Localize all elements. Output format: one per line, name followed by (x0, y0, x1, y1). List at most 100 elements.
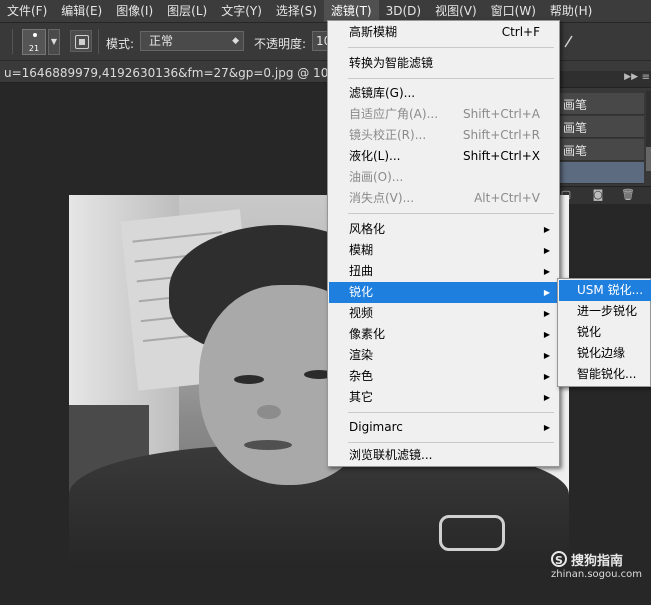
panel-menu-icon[interactable]: ≡ (642, 72, 650, 83)
submenu-item-usm-sharpen[interactable]: USM 锐化... (559, 280, 651, 301)
menu-item-gallery[interactable]: 滤镜库(G)... (329, 83, 558, 104)
menu-item-label: Digimarc (349, 420, 403, 434)
menu-select[interactable]: 选择(S) (269, 0, 324, 22)
jacket-logo (439, 515, 505, 551)
mode-label: 模式: (106, 37, 135, 51)
trash-icon[interactable]: 🗑 (621, 189, 635, 201)
menu-3d[interactable]: 3D(D) (379, 0, 428, 22)
submenu-arrow-icon: ▶ (543, 267, 550, 276)
menu-item-label: USM 锐化... (577, 283, 644, 297)
menu-item-label: 视频 (349, 306, 374, 320)
menu-item-label: 风格化 (349, 222, 386, 236)
menu-edit[interactable]: 编辑(E) (54, 0, 109, 22)
menu-item-oil-paint[interactable]: 油画(O)... (329, 167, 558, 188)
menu-item-label: 锐化 (577, 325, 602, 339)
menu-image[interactable]: 图像(I) (109, 0, 160, 22)
menu-item-last-filter[interactable]: 高斯模糊 Ctrl+F (329, 22, 558, 43)
menu-item-label: 消失点(V)... (349, 191, 415, 205)
menu-separator (348, 47, 554, 48)
menu-item-label: 高斯模糊 (349, 25, 398, 39)
submenu-item-sharpen-more[interactable]: 进一步锐化 (559, 301, 651, 322)
menu-item-label: 油画(O)... (349, 170, 404, 184)
brush-preset-picker[interactable]: 21 (22, 29, 46, 55)
menu-item-label: 浏览联机滤镜... (349, 448, 433, 462)
layer-row-selected[interactable] (557, 162, 644, 184)
menu-item-label: 像素化 (349, 327, 386, 341)
menu-separator (348, 412, 554, 413)
layer-name: 画笔 (563, 144, 588, 158)
menu-file[interactable]: 文件(F) (0, 0, 54, 22)
menu-window[interactable]: 窗口(W) (484, 0, 543, 22)
menu-item-sharpen[interactable]: 锐化 ▶ (329, 282, 558, 303)
menu-item-vanishing-point[interactable]: 消失点(V)... Alt+Ctrl+V (329, 188, 558, 209)
watermark-text: 搜狗指南 (571, 554, 624, 569)
submenu-item-smart-sharpen[interactable]: 智能锐化... (559, 364, 651, 385)
menu-item-label: 进一步锐化 (577, 304, 638, 318)
options-separator (98, 29, 99, 54)
camera-icon[interactable]: ◙ (591, 189, 605, 201)
panel-footer: ▢ ◙ 🗑 (555, 186, 651, 204)
menu-view[interactable]: 视图(V) (428, 0, 484, 22)
toggle-brush-panel-icon[interactable] (70, 30, 92, 52)
mode-value: 正常 (149, 34, 174, 48)
menu-separator (348, 442, 554, 443)
airbrush-icon[interactable] (563, 34, 573, 48)
layer-row[interactable]: 画笔 (557, 116, 644, 138)
brush-tip-icon (33, 33, 37, 37)
scroll-thumb[interactable] (646, 147, 651, 171)
shortcut-label: Ctrl+F (501, 25, 540, 39)
watermark-url: zhinan.sogou.com (551, 569, 643, 580)
menu-item-label: 锐化边缘 (577, 346, 626, 360)
menu-item-render[interactable]: 渲染 ▶ (329, 345, 558, 366)
menu-type[interactable]: 文字(Y) (214, 0, 269, 22)
menu-item-noise[interactable]: 杂色 ▶ (329, 366, 558, 387)
menu-item-convert-smart[interactable]: 转换为智能滤镜 (329, 53, 558, 74)
submenu-item-sharpen-edges[interactable]: 锐化边缘 (559, 343, 651, 364)
left-eye (234, 375, 264, 384)
menu-item-label: 转换为智能滤镜 (349, 56, 434, 70)
filter-menu: 高斯模糊 Ctrl+F 转换为智能滤镜 滤镜库(G)... 自适应广角(A)..… (327, 20, 560, 467)
shortcut-label: Shift+Ctrl+A (463, 107, 540, 121)
menu-item-label: 智能锐化... (577, 367, 637, 381)
submenu-arrow-icon: ▶ (543, 351, 550, 360)
layers-panel: ▶▶ ≡ 画笔 画笔 画笔 ▢ ◙ 🗑 (554, 71, 651, 204)
menu-item-browse-online[interactable]: 浏览联机滤镜... (329, 445, 558, 466)
menu-item-blur[interactable]: 模糊 ▶ (329, 240, 558, 261)
submenu-arrow-icon: ▶ (543, 246, 550, 255)
menu-item-label: 锐化 (349, 285, 374, 299)
submenu-arrow-icon: ▶ (543, 225, 550, 234)
mode-select[interactable]: 正常 ◆ (140, 31, 244, 51)
menu-separator (348, 213, 554, 214)
opacity-label: 不透明度: (254, 37, 307, 51)
menu-item-distort[interactable]: 扭曲 ▶ (329, 261, 558, 282)
menu-filter[interactable]: 滤镜(T) (323, 0, 379, 22)
mouth (244, 440, 292, 450)
shortcut-label: Shift+Ctrl+X (463, 149, 540, 163)
menu-item-other[interactable]: 其它 ▶ (329, 387, 558, 408)
menu-layer[interactable]: 图层(L) (160, 0, 214, 22)
menu-item-stylize[interactable]: 风格化 ▶ (329, 219, 558, 240)
menu-item-label: 渲染 (349, 348, 374, 362)
submenu-arrow-icon: ▶ (543, 288, 550, 297)
menu-item-lens-correction[interactable]: 镜头校正(R)... Shift+Ctrl+R (329, 125, 558, 146)
menu-item-adaptive-wide[interactable]: 自适应广角(A)... Shift+Ctrl+A (329, 104, 558, 125)
layer-row[interactable]: 画笔 (557, 139, 644, 161)
layer-row[interactable]: 画笔 (557, 93, 644, 115)
brush-picker-chevron-down-icon[interactable]: ▼ (48, 29, 60, 55)
menu-item-liquify[interactable]: 液化(L)... Shift+Ctrl+X (329, 146, 558, 167)
menu-item-digimarc[interactable]: Digimarc ▶ (329, 417, 558, 438)
layer-name: 画笔 (563, 121, 588, 135)
brush-size-value: 21 (28, 44, 40, 53)
submenu-item-sharpen[interactable]: 锐化 (559, 322, 651, 343)
submenu-arrow-icon: ▶ (543, 393, 550, 402)
panel-scrollbar[interactable] (646, 91, 651, 171)
menu-item-label: 模糊 (349, 243, 374, 257)
menu-help[interactable]: 帮助(H) (543, 0, 599, 22)
collapse-icon[interactable]: ▶▶ (624, 72, 638, 82)
sogou-logo-icon: S (551, 551, 567, 567)
menu-item-pixelate[interactable]: 像素化 ▶ (329, 324, 558, 345)
menu-item-label: 扭曲 (349, 264, 374, 278)
submenu-arrow-icon: ▶ (543, 372, 550, 381)
shortcut-label: Alt+Ctrl+V (474, 191, 540, 205)
menu-item-video[interactable]: 视频 ▶ (329, 303, 558, 324)
